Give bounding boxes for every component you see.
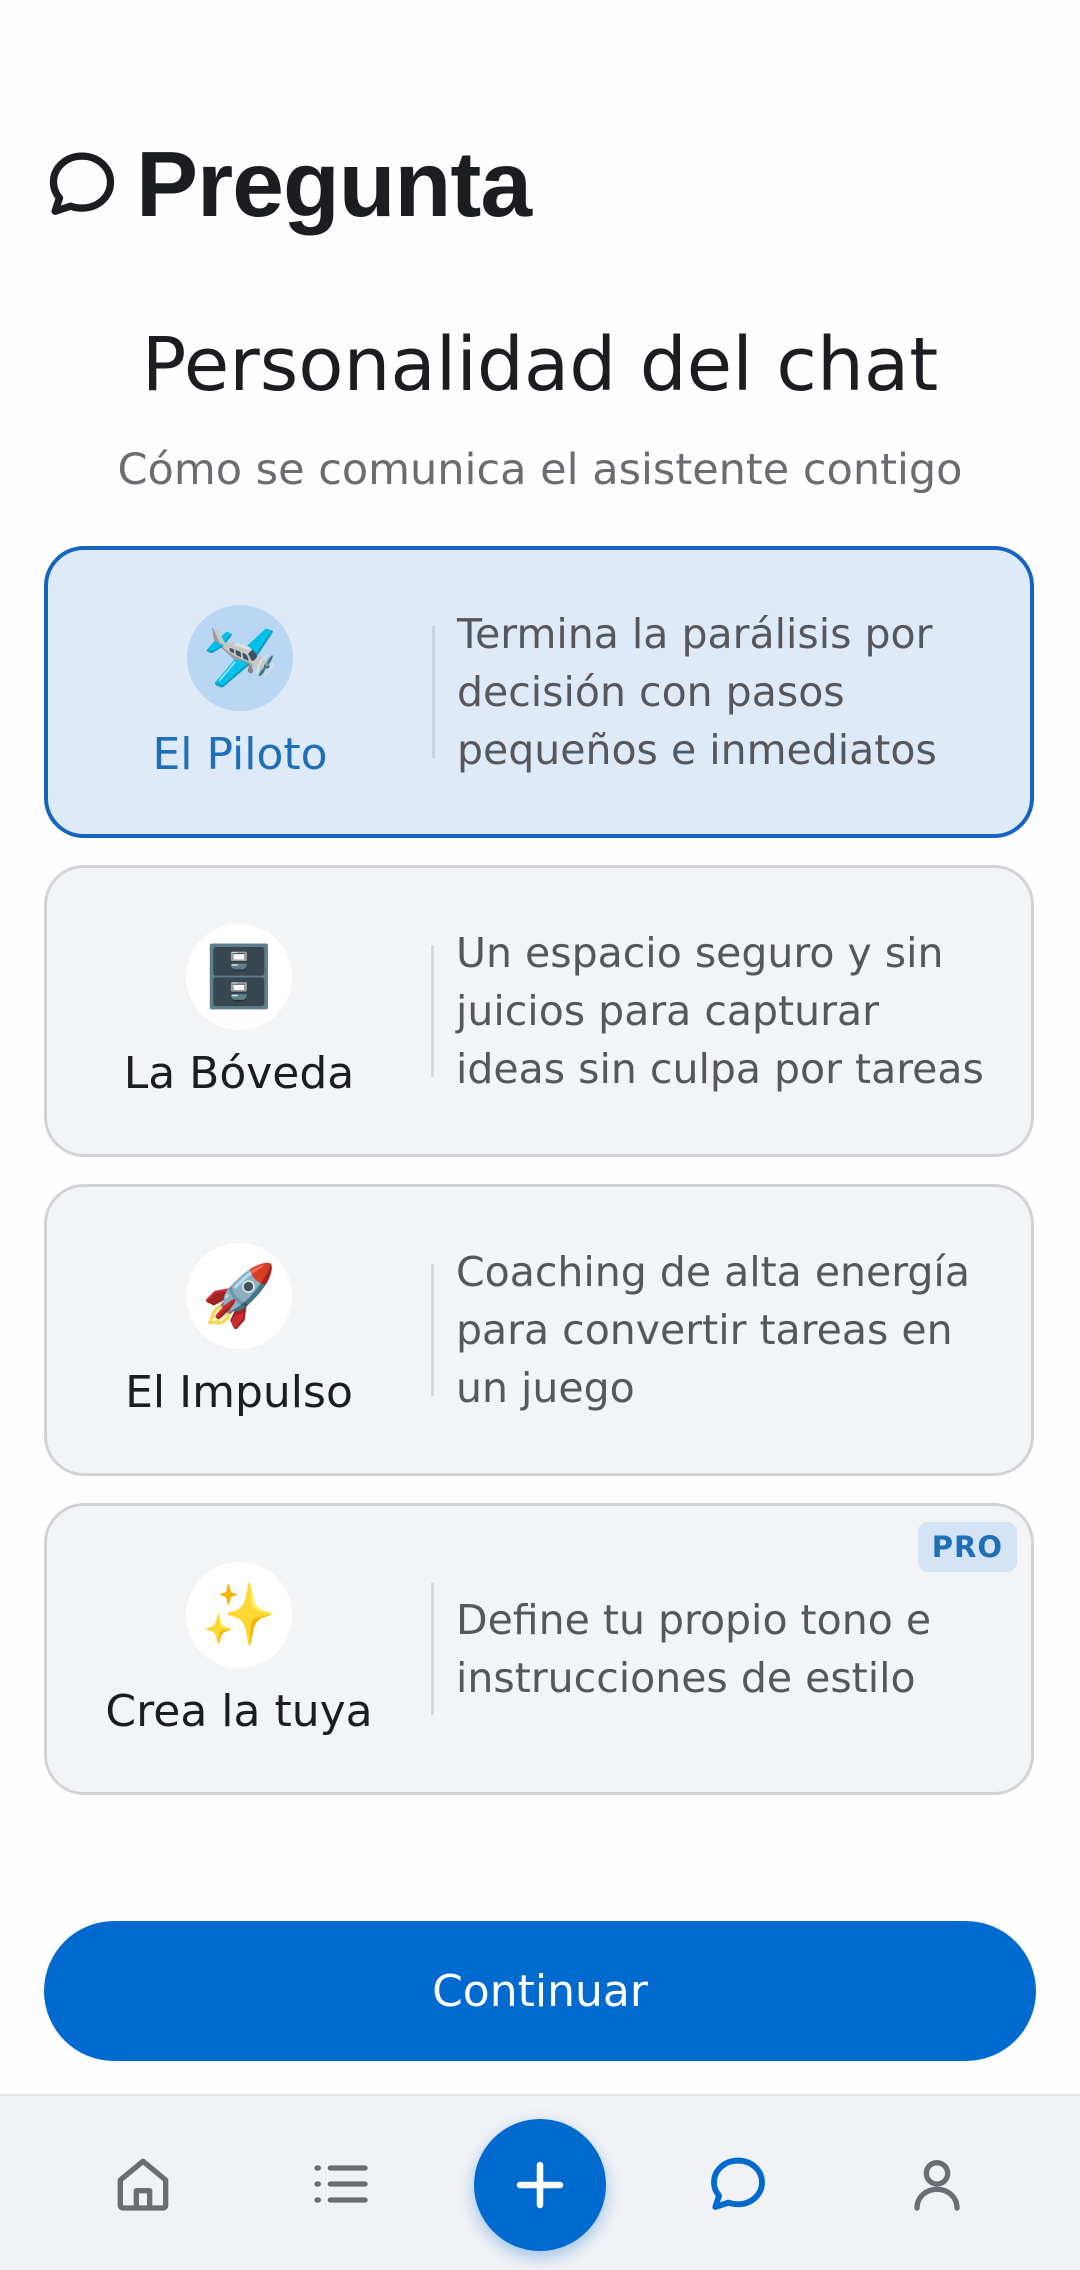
option-name: Crea la tuya xyxy=(105,1685,373,1737)
pro-badge: PRO xyxy=(917,1522,1017,1572)
option-description: Termina la parálisis por decisión con pa… xyxy=(457,610,937,774)
personality-option-piloto[interactable]: 🛩️ El Piloto Termina la parálisis por de… xyxy=(44,546,1034,838)
section-subtitle: Cómo se comunica el asistente contigo xyxy=(117,445,963,495)
nav-list[interactable] xyxy=(286,2096,396,2270)
option-name: El Piloto xyxy=(152,728,328,780)
divider xyxy=(431,945,434,1077)
option-name: El Impulso xyxy=(125,1366,353,1418)
rocket-icon: 🚀 xyxy=(186,1242,292,1349)
list-icon xyxy=(314,2165,368,2203)
chat-personality-screen: Pregunta Personalidad del chat Cómo se c… xyxy=(0,0,1080,2270)
continue-button[interactable]: Continuar xyxy=(44,1921,1036,2061)
divider xyxy=(432,626,435,758)
page-title: Pregunta xyxy=(136,131,532,236)
chat-icon xyxy=(711,2157,765,2210)
option-identity: 🛩️ El Piloto xyxy=(48,604,432,780)
chat-bubble-icon xyxy=(49,152,115,215)
divider xyxy=(431,1264,434,1396)
option-description: Coaching de alta energía para convertir … xyxy=(456,1248,970,1412)
personality-option-impulso[interactable]: 🚀 El Impulso Coaching de alta energía pa… xyxy=(44,1184,1034,1476)
nav-home[interactable] xyxy=(88,2096,198,2270)
airplane-icon: 🛩️ xyxy=(187,604,293,711)
personality-option-custom[interactable]: PRO ✨ Crea la tuya Define tu propio tono… xyxy=(44,1503,1034,1795)
personality-option-boveda[interactable]: 🗄️ La Bóveda Un espacio seguro y sin jui… xyxy=(44,865,1034,1157)
option-identity: ✨ Crea la tuya xyxy=(47,1561,431,1737)
sparkles-icon: ✨ xyxy=(186,1561,292,1668)
divider xyxy=(431,1583,434,1715)
add-icon xyxy=(516,2161,564,2209)
add-button[interactable] xyxy=(474,2119,606,2251)
bottom-navigation xyxy=(0,2094,1080,2270)
option-identity: 🗄️ La Bóveda xyxy=(47,923,431,1099)
option-description: Un espacio seguro y sin juicios para cap… xyxy=(456,929,984,1093)
section-title: Personalidad del chat xyxy=(141,322,939,408)
option-name: La Bóveda xyxy=(123,1047,355,1099)
nav-chat[interactable] xyxy=(683,2096,793,2270)
profile-icon xyxy=(914,2160,960,2211)
option-identity: 🚀 El Impulso xyxy=(47,1242,431,1418)
page-header: Pregunta xyxy=(44,128,532,240)
home-icon xyxy=(117,2158,169,2211)
file-cabinet-icon: 🗄️ xyxy=(186,923,292,1030)
nav-profile[interactable] xyxy=(882,2096,992,2270)
option-description: Define tu propio tono e instrucciones de… xyxy=(456,1596,932,1702)
